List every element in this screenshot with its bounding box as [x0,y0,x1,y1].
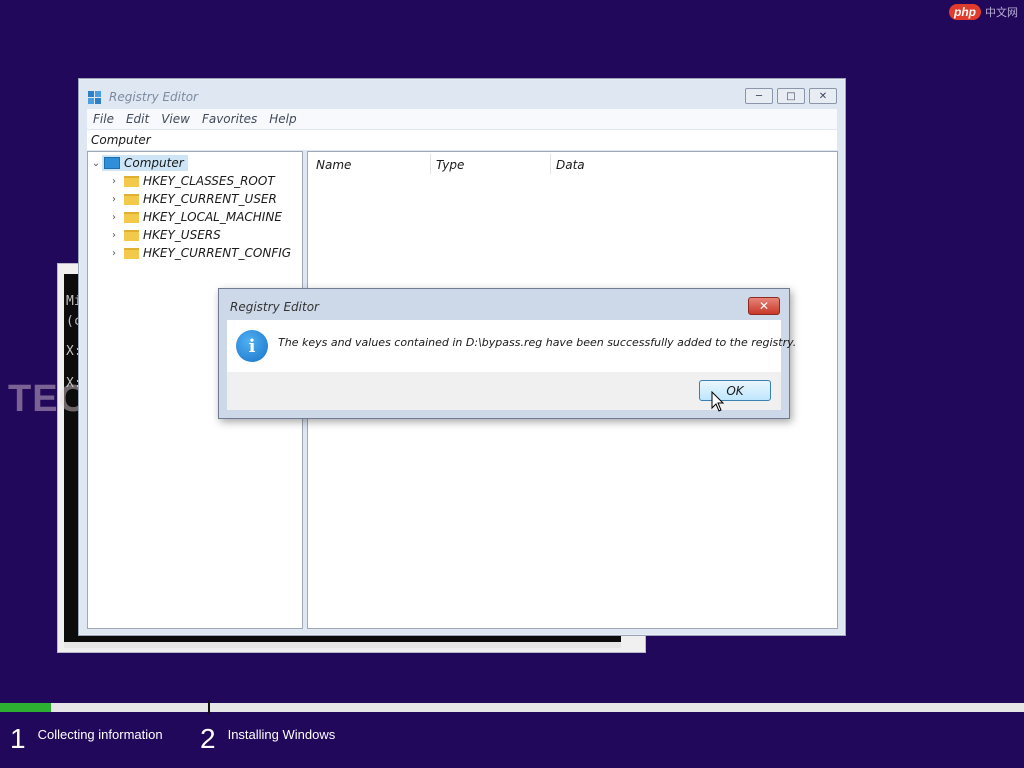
chevron-right-icon[interactable]: › [108,230,120,241]
maximize-button[interactable]: □ [777,88,805,104]
registry-icon [88,91,101,104]
folder-icon [124,211,139,223]
php-logo: php [949,4,981,20]
minimize-button[interactable]: ─ [745,88,773,104]
folder-icon [124,247,139,259]
tree-node-hkey-current-config[interactable]: › HKEY_CURRENT_CONFIG [108,244,291,262]
tree-node-label: HKEY_LOCAL_MACHINE [143,210,282,224]
setup-step-2: 2 Installing Windows [200,725,335,753]
column-header-data[interactable]: Data [556,158,585,172]
chevron-right-icon[interactable]: › [108,212,120,223]
ok-button[interactable]: OK [699,380,771,401]
address-path: Computer [91,133,151,147]
tree-node-hkey-current-user[interactable]: › HKEY_CURRENT_USER [108,190,277,208]
mouse-cursor-icon [711,391,725,412]
menu-view[interactable]: View [161,112,190,126]
menu-help[interactable]: Help [269,112,296,126]
dialog-footer: OK [227,372,781,410]
dialog-title: Registry Editor [230,300,319,314]
column-divider[interactable] [430,154,431,174]
close-icon: ✕ [758,299,770,313]
setup-progress-bar [0,703,1024,712]
column-header-name[interactable]: Name [316,158,351,172]
dialog-close-button[interactable]: ✕ [748,297,780,315]
window-title: Registry Editor [109,90,198,104]
tree-node-computer[interactable]: ⌄ Computer [90,154,188,172]
tree-node-label: HKEY_CLASSES_ROOT [143,174,275,188]
folder-icon [124,175,139,187]
menu-file[interactable]: File [93,112,114,126]
setup-step-1: 1 Collecting information [10,725,163,753]
message-dialog[interactable]: Registry Editor ✕ i The keys and values … [218,288,796,419]
tree-node-label: Computer [124,156,184,170]
minimize-icon: ─ [755,90,763,102]
menu-favorites[interactable]: Favorites [202,112,257,126]
dialog-body: i The keys and values contained in D:\by… [227,320,796,372]
column-header-type[interactable]: Type [436,158,464,172]
setup-progress-fill [0,703,52,712]
menu-bar: File Edit View Favorites Help [87,109,837,129]
site-name: 中文网 [985,7,1018,19]
chevron-down-icon[interactable]: ⌄ [90,158,102,169]
folder-icon [124,229,139,241]
tree-node-hkey-classes-root[interactable]: › HKEY_CLASSES_ROOT [108,172,275,190]
tree-node-label: HKEY_USERS [143,228,221,242]
title-bar[interactable]: Registry Editor ─ □ ✕ [79,79,845,109]
folder-icon [124,193,139,205]
address-bar[interactable]: Computer [87,130,837,150]
computer-icon [104,157,120,169]
tree-node-label: HKEY_CURRENT_USER [143,192,277,206]
tree-node-hkey-local-machine[interactable]: › HKEY_LOCAL_MACHINE [108,208,282,226]
step-label: Installing Windows [227,727,336,742]
menu-edit[interactable]: Edit [126,112,149,126]
chevron-right-icon[interactable]: › [108,194,120,205]
progress-step-marker [208,700,210,714]
close-button[interactable]: ✕ [809,88,837,104]
site-watermark: php 中文网 [949,2,1018,22]
dialog-message: The keys and values contained in D:\bypa… [278,336,797,349]
maximize-icon: □ [786,90,796,102]
close-icon: ✕ [818,90,828,102]
chevron-right-icon[interactable]: › [108,176,120,187]
step-number: 2 [200,723,216,754]
console-horizontal-scrollbar[interactable] [64,642,621,648]
tree-node-hkey-users[interactable]: › HKEY_USERS [108,226,221,244]
step-number: 1 [10,723,26,754]
column-divider[interactable] [550,154,551,174]
chevron-right-icon[interactable]: › [108,248,120,259]
step-label: Collecting information [37,727,163,742]
info-icon: i [236,330,268,362]
tree-node-label: HKEY_CURRENT_CONFIG [143,246,292,260]
